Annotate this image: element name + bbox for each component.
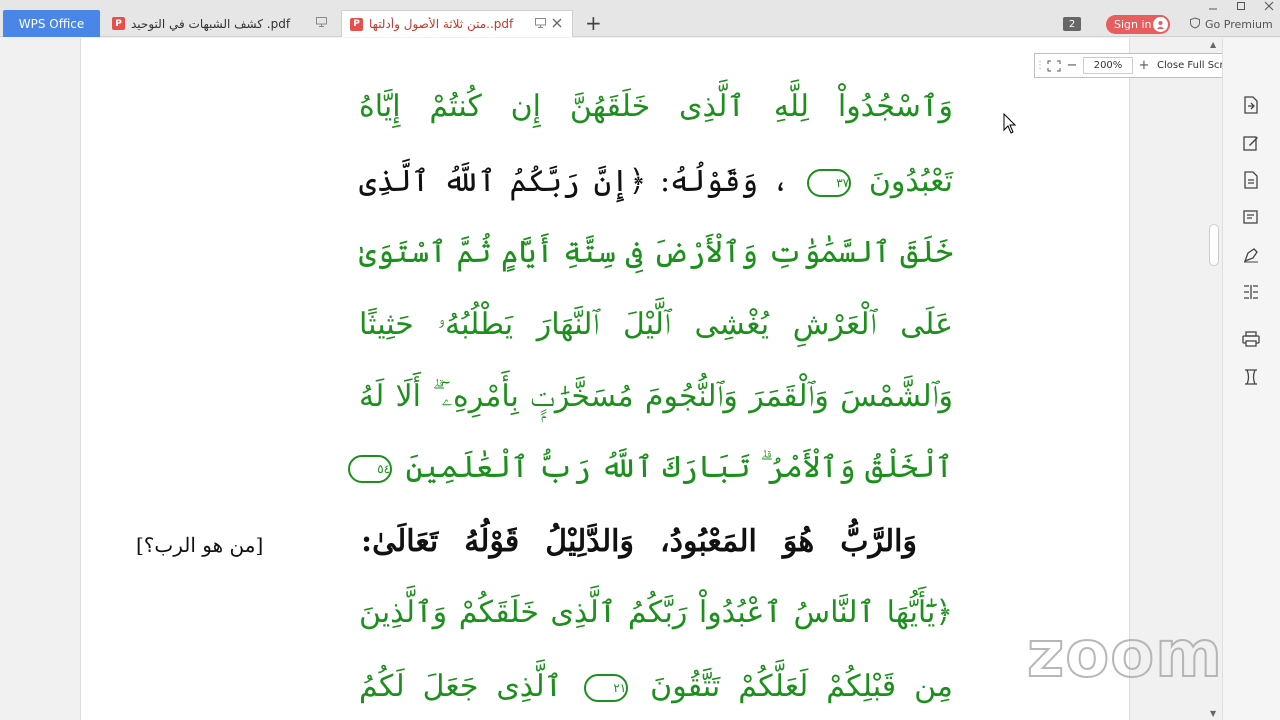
text-line: مِن قَبْلِكُمْ لَعَلَّكُمْ تَتَّقُونَ ٢١… — [359, 662, 953, 712]
quran-text: وَٱلشَّمْسَ وَٱلْقَمَرَ وَٱلنُّجُومَ مُس… — [359, 379, 953, 414]
zoom-out-icon[interactable]: − — [1063, 57, 1081, 75]
grip-icon[interactable]: ⋮ — [1035, 60, 1045, 71]
go-premium-button[interactable]: Go Premium — [1189, 17, 1273, 32]
text-line: ﴿يَٰٓأَيُّهَا ٱلنَّاسُ ٱعْبُدُواْ رَبَّك… — [359, 588, 953, 638]
text-line: وَالرَّبُّ هُوَ المَعْبُودُ، وَالدَّلِيْ… — [361, 517, 917, 567]
sign-in-label: Sign in — [1114, 18, 1152, 31]
verse-number: ٣٧ — [807, 169, 852, 197]
verse-number: ٢١ — [584, 674, 629, 702]
body-text: وَالرَّبُّ هُوَ المَعْبُودُ، وَالدَّلِيْ… — [361, 524, 917, 559]
window-controls — [1208, 0, 1274, 14]
pdf-page: وَٱسْجُدُواْ لِلَّهِ ٱلَّذِى خَلَقَهُنَّ… — [80, 38, 1130, 720]
fit-screen-icon[interactable] — [1045, 57, 1063, 75]
scroll-up-icon[interactable]: ▲ — [1210, 40, 1216, 49]
quran-text: وَٱسْجُدُواْ لِلَّهِ ٱلَّذِى خَلَقَهُنَّ… — [359, 89, 953, 124]
quran-text: ٱلَّذِى جَعَلَ لَكُمُ — [359, 669, 563, 704]
plus-icon[interactable]: + — [585, 13, 602, 33]
shield-icon — [1189, 17, 1201, 32]
monitor-icon[interactable] — [535, 17, 546, 31]
tab-document-usool[interactable]: P متن ثلاثة الأصول وأدلتها..pdf — [341, 10, 573, 37]
wps-office-label: WPS Office — [18, 16, 85, 31]
tab-count-badge[interactable]: 2 — [1063, 17, 1081, 31]
go-premium-label: Go Premium — [1205, 18, 1273, 31]
text-line: وَٱسْجُدُواْ لِلَّهِ ٱلَّذِى خَلَقَهُنَّ… — [359, 82, 953, 132]
print-icon[interactable] — [1240, 328, 1262, 350]
tab-document-tawhid[interactable]: P كشف الشبهات في التوحيد .pdf — [104, 10, 337, 37]
quran-text: ﴿يَٰٓأَيُّهَا ٱلنَّاسُ ٱعْبُدُواْ رَبَّك… — [359, 595, 953, 630]
quran-text: مِن قَبْلِكُمْ لَعَلَّكُمْ تَتَّقُونَ — [650, 669, 953, 704]
text-line: عَلَى ٱلْعَرْشِ يُغْشِى ٱلَّيْلَ ٱلنَّهَ… — [359, 300, 953, 350]
pdf-icon: P — [112, 17, 125, 30]
text-line: تَعْبُدُونَ ٣٧ ، وَقَوْلُهُ: ﴿إِنَّ رَبَ… — [359, 157, 953, 207]
text-line: خَلَقَ ٱلسَّمَٰوَٰتِ وَٱلْأَرْضَ فِى سِت… — [359, 228, 953, 278]
cursor-icon — [1003, 112, 1017, 139]
tab-title: كشف الشبهات في التوحيد .pdf — [131, 16, 291, 31]
scroll-thumb[interactable] — [1209, 224, 1219, 266]
convert-icon[interactable] — [1240, 169, 1262, 191]
close-icon[interactable] — [552, 18, 562, 31]
margin-note: [من هو الرب؟] — [136, 533, 264, 557]
user-icon — [1153, 17, 1168, 32]
maximize-icon[interactable] — [1236, 0, 1246, 14]
scroll-down-icon[interactable]: ▼ — [1210, 709, 1216, 718]
minimize-icon[interactable] — [1208, 0, 1218, 14]
right-toolbar — [1222, 38, 1280, 720]
edit-icon[interactable] — [1240, 132, 1262, 154]
sign-in-button[interactable]: Sign in — [1106, 15, 1170, 34]
compare-icon[interactable] — [1240, 281, 1262, 303]
pdf-icon: P — [350, 17, 363, 31]
zoom-watermark: zoom — [1026, 617, 1223, 693]
text-line: وَٱلشَّمْسَ وَٱلْقَمَرَ وَٱلنُّجُومَ مُس… — [359, 372, 953, 422]
body-text: ، وَقَوْلُهُ: ﴿إِنَّ رَبَّكُمُ ٱللَّهُ ٱ… — [359, 164, 790, 199]
quran-text: عَلَى ٱلْعَرْشِ يُغْشِى ٱلَّيْلَ ٱلنَّهَ… — [359, 307, 953, 342]
quran-text: تَعْبُدُونَ — [868, 164, 953, 199]
window-close-icon[interactable] — [1264, 0, 1274, 14]
crop-icon[interactable] — [1240, 366, 1262, 388]
monitor-icon[interactable] — [316, 17, 327, 30]
tab-title: متن ثلاثة الأصول وأدلتها..pdf — [369, 17, 514, 31]
text-line: ٱلْخَلْقُ وَٱلْأَمْرُ ۗ تَبَارَكَ ٱللَّه… — [348, 443, 953, 493]
sign-icon[interactable] — [1240, 244, 1262, 266]
zoom-level-field[interactable]: 200% — [1083, 57, 1133, 74]
zoom-in-icon[interactable]: + — [1135, 57, 1153, 75]
quran-text: خَلَقَ ٱلسَّمَٰوَٰتِ وَٱلْأَرْضَ فِى سِت… — [358, 235, 953, 270]
annotate-icon[interactable] — [1240, 206, 1262, 228]
verse-number: ٥٤ — [348, 455, 393, 483]
quran-text: ٱلْخَلْقُ وَٱلْأَمْرُ ۗ تَبَارَكَ ٱللَّه… — [405, 450, 953, 485]
export-icon[interactable] — [1240, 94, 1262, 116]
tab-bar: WPS Office P كشف الشبهات في التوحيد .pdf… — [0, 0, 1280, 37]
wps-office-tab[interactable]: WPS Office — [3, 10, 100, 37]
